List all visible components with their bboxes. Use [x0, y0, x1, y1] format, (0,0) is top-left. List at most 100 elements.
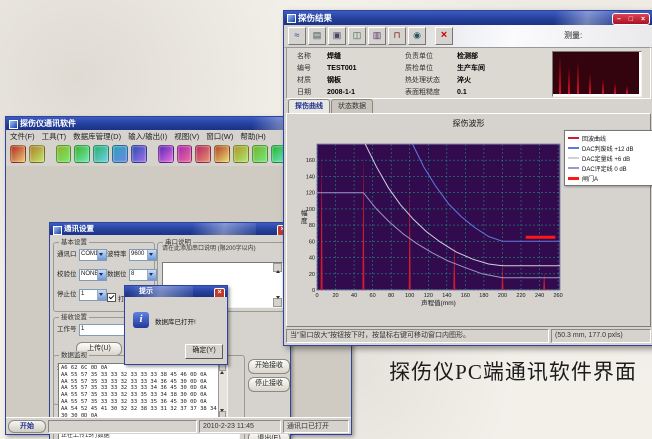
legend-swatch: [568, 147, 579, 149]
chevron-down-icon[interactable]: [97, 290, 106, 300]
start-receive-button[interactable]: 开始接收: [248, 359, 290, 374]
comm-dialog-title: 通讯设置: [64, 224, 94, 233]
info-column-2: 负责单位检测部质检单位生产车间热处理状态淬火表面粗糙度0.1: [405, 51, 485, 99]
chevron-down-icon[interactable]: [97, 270, 106, 280]
gate-icon[interactable]: ⊓: [388, 27, 406, 45]
open-file-icon[interactable]: [10, 145, 26, 163]
info-value: 检测部: [457, 51, 478, 61]
svg-text:0: 0: [315, 293, 318, 299]
info-row: 热处理状态淬火: [405, 75, 485, 87]
result-window-titlebar[interactable]: 探伤结果 – □ ×: [284, 11, 652, 25]
save-icon[interactable]: ▤: [308, 27, 326, 45]
stop-receive-button[interactable]: 停止接收: [248, 377, 290, 392]
scroll-down-icon[interactable]: [273, 298, 282, 307]
baud-rate-select[interactable]: 9600: [129, 249, 157, 261]
legend-item: DAC定量线 +6 dB: [568, 153, 650, 163]
field-label: 校验位: [57, 269, 79, 280]
bar-chart-icon[interactable]: [252, 145, 268, 163]
start-button[interactable]: 开始: [8, 420, 46, 433]
close-icon[interactable]: ×: [641, 15, 645, 24]
info-value: 钢板: [327, 75, 341, 85]
zoom-window-icon[interactable]: ◉: [408, 27, 426, 45]
chart-legend: 回波曲线DAC判废线 +12 dBDAC定量线 +6 dBDAC评定线 0 dB…: [564, 130, 652, 186]
legend-label: 回波曲线: [582, 134, 606, 143]
statusbar-comm-status: 通讯口已打开: [283, 420, 349, 433]
menu-item[interactable]: 数据库管理(D): [73, 131, 121, 142]
result-toolbar: ≈▤▣◫▥⊓◉ × 测量:: [284, 25, 652, 48]
info-value: 焊缝: [327, 51, 341, 61]
hex-data-row: A6 62 6C 0D 0A: [61, 365, 217, 372]
dialog-icon: [53, 226, 62, 235]
titlebar-swoosh: [539, 11, 619, 25]
minimize-icon[interactable]: –: [617, 15, 621, 24]
data-bits-select[interactable]: 8: [129, 269, 157, 281]
waveform-icon[interactable]: ≈: [288, 27, 306, 45]
svg-text:40: 40: [351, 293, 357, 299]
print-icon[interactable]: ▣: [328, 27, 346, 45]
preview-icon[interactable]: ◫: [348, 27, 366, 45]
info-row: 名称焊缝: [297, 51, 357, 63]
link-icon[interactable]: [195, 145, 211, 163]
menu-item[interactable]: 文件(F): [10, 131, 35, 142]
save-icon[interactable]: [29, 145, 45, 163]
legend-item: DAC评定线 0 dB: [568, 163, 650, 173]
svg-text:0: 0: [312, 288, 315, 294]
comm-port-select[interactable]: COM1: [79, 249, 107, 261]
svg-text:260: 260: [554, 293, 563, 299]
menu-item[interactable]: 帮助(H): [240, 131, 265, 142]
scroll-up-icon[interactable]: [273, 263, 282, 272]
info-icon: i: [133, 312, 149, 328]
chevron-down-icon[interactable]: [97, 250, 106, 260]
field-label: 通讯口: [57, 249, 79, 260]
data-monitor-list[interactable]: A6 62 6C 0D 0AAA 55 57 35 33 33 32 33 33…: [58, 363, 228, 419]
edit-icon[interactable]: [74, 145, 90, 163]
vertical-scrollbar[interactable]: [218, 364, 227, 418]
hex-data-row: AA 55 57 35 33 33 32 33 35 33 34 38 30 0…: [61, 392, 217, 399]
scroll-up-icon[interactable]: [219, 364, 226, 371]
legend-item: DAC判废线 +12 dB: [568, 143, 650, 153]
waveform-thumbnail: [552, 51, 642, 97]
info-row: 材质钢板: [297, 75, 357, 87]
menu-item[interactable]: 窗口(W): [206, 131, 233, 142]
info-row: 日期2008-1-1: [297, 87, 357, 99]
svg-text:60: 60: [309, 239, 315, 245]
info-row: 表面粗糙度0.1: [405, 87, 485, 99]
parity-select[interactable]: NONE: [79, 269, 107, 281]
copy-icon[interactable]: ▥: [368, 27, 386, 45]
search-icon[interactable]: [93, 145, 109, 163]
chevron-down-icon[interactable]: [147, 250, 156, 260]
restore-icon[interactable]: □: [629, 15, 633, 24]
open-port-checkbox[interactable]: [107, 293, 116, 302]
chevron-down-icon[interactable]: [147, 270, 156, 280]
comm-dialog-titlebar[interactable]: 通讯设置 ×: [50, 223, 290, 235]
info-label: 材质: [297, 75, 327, 85]
ok-button[interactable]: 确定(Y): [185, 344, 223, 359]
tab-flaw-curve[interactable]: 探伤曲线: [288, 99, 330, 113]
statusbar-datetime: 2010-2-23 11:45: [199, 420, 281, 433]
message-box-titlebar[interactable]: 提示 ×: [125, 286, 227, 297]
app-icon: [9, 120, 18, 129]
close-icon[interactable]: ×: [214, 288, 225, 297]
lock-icon[interactable]: [112, 145, 128, 163]
svg-text:160: 160: [461, 293, 470, 299]
package-icon[interactable]: [214, 145, 230, 163]
report-icon[interactable]: [233, 145, 249, 163]
inspection-info-panel: 名称焊缝编号TEST001材质钢板日期2008-1-1 负责单位检测部质检单位生…: [286, 47, 651, 99]
statusbar-coords: (50.3 mm, 177.0 pxls): [551, 329, 651, 343]
flaw-waveform-chart: 0204060801001201401601802002202402600204…: [297, 138, 566, 313]
close-red-icon[interactable]: ×: [435, 27, 453, 45]
menu-item[interactable]: 工具(T): [42, 131, 67, 142]
comm-settings-dialog: 通讯设置 × 基本设置 通讯口COM1 波特率9600 校验位NONE: [49, 222, 291, 439]
knight-icon[interactable]: [131, 145, 147, 163]
window-controls: – □ ×: [612, 13, 650, 25]
measure-label: 测量:: [564, 30, 582, 41]
menu-item[interactable]: 输入/输出(I): [128, 131, 167, 142]
info-row: 负责单位检测部: [405, 51, 485, 63]
serial-note-hint: 请在此添加串口说明 (限200字以内): [162, 246, 283, 253]
stop-bits-select[interactable]: 1: [79, 289, 107, 301]
font-icon[interactable]: [158, 145, 174, 163]
pie-chart-icon[interactable]: [177, 145, 193, 163]
tab-status-data[interactable]: 状态数据: [331, 99, 373, 113]
menu-item[interactable]: 视图(V): [174, 131, 199, 142]
database-icon[interactable]: [56, 145, 72, 163]
